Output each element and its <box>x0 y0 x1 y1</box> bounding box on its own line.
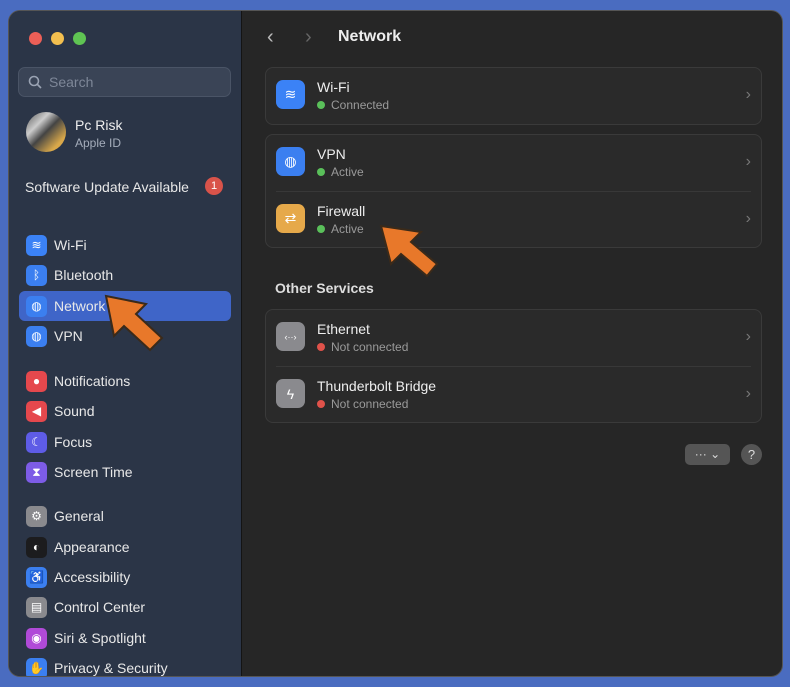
accessibility-icon: ♿ <box>26 566 47 588</box>
sidebar-item-control-center[interactable]: ▤ Control Center <box>19 592 231 622</box>
help-button[interactable]: ? <box>741 444 762 465</box>
service-status: Active <box>331 222 364 236</box>
service-name: Thunderbolt Bridge <box>317 378 437 394</box>
chevron-right-icon: › <box>745 385 751 402</box>
sidebar-item-accessibility[interactable]: ♿ Accessibility <box>19 562 231 592</box>
sidebar-item-label: Control Center <box>54 599 146 615</box>
forward-button[interactable]: › <box>305 26 312 49</box>
status-dot <box>317 225 325 233</box>
privacy-security-icon: ✋ <box>26 657 47 676</box>
update-badge: 1 <box>205 177 223 195</box>
minimize-button[interactable] <box>51 32 64 45</box>
service-name: Ethernet <box>317 321 370 337</box>
close-button[interactable] <box>29 32 42 45</box>
chevron-right-icon: › <box>745 153 751 170</box>
vpn-firewall-card: ◍ VPN Active › ⇄ Firewall Active › <box>265 134 762 248</box>
sidebar-item-label: General <box>54 508 104 524</box>
status-dot <box>317 168 325 176</box>
appearance-icon: ◐ <box>26 536 47 558</box>
search-input[interactable]: Search <box>18 67 231 97</box>
sidebar-item-label: Sound <box>54 403 95 419</box>
service-name: Firewall <box>317 203 366 219</box>
status-dot <box>317 343 325 351</box>
service-row-ethernet[interactable]: ‹··› Ethernet Not connected › <box>266 310 761 366</box>
service-status: Active <box>331 165 364 179</box>
sidebar-item-label: Appearance <box>54 539 130 555</box>
service-name: Wi-Fi <box>317 79 350 95</box>
network-icon: ◍ <box>26 295 47 317</box>
screen-time-icon: ⧗ <box>26 461 47 483</box>
sidebar-item-siri-spotlight[interactable]: ◉ Siri & Spotlight <box>19 623 231 653</box>
status-dot <box>317 101 325 109</box>
sidebar-item-notifications[interactable]: ● Notifications <box>19 366 231 396</box>
sidebar-item-label: Notifications <box>54 373 131 389</box>
sidebar-item-label: Screen Time <box>54 464 133 480</box>
service-row-vpn[interactable]: ◍ VPN Active › <box>266 135 761 191</box>
sidebar-item-privacy-security[interactable]: ✋ Privacy & Security <box>19 653 231 676</box>
status-dot <box>317 400 325 408</box>
sidebar-item-sound[interactable]: ◀ Sound <box>19 396 231 426</box>
sidebar-item-label: Privacy & Security <box>54 660 168 676</box>
wifi-card: ≋ Wi-Fi Connected › <box>265 67 762 125</box>
service-status: Connected <box>331 98 390 112</box>
chevron-right-icon: › <box>745 86 751 103</box>
control-center-icon: ▤ <box>26 596 47 618</box>
back-button[interactable]: ‹ <box>267 26 274 49</box>
vpn-icon: ◍ <box>276 147 305 176</box>
search-icon <box>28 75 42 89</box>
chevron-right-icon: › <box>745 328 751 345</box>
page-title: Network <box>338 28 402 45</box>
ethernet-icon: ‹··› <box>276 322 305 351</box>
other-services-card: ‹··› Ethernet Not connected › ϟ Thunderbo… <box>265 309 762 423</box>
sidebar-item-label: Bluetooth <box>54 267 114 283</box>
focus-icon: ☾ <box>26 431 47 453</box>
service-status: Not connected <box>331 340 409 354</box>
bluetooth-icon: ᛒ <box>26 264 47 286</box>
sidebar-item-focus[interactable]: ☾ Focus <box>19 427 231 457</box>
more-actions-button[interactable]: ··· ⌄ <box>685 444 730 465</box>
sidebar-item-general[interactable]: ⚙ General <box>19 501 231 531</box>
sidebar-item-wi-fi[interactable]: ≋ Wi-Fi <box>19 230 231 260</box>
notifications-icon: ● <box>26 370 47 392</box>
main-pane: ‹ › Network ≋ Wi-Fi Connected › ◍ VPN Ac… <box>243 11 782 676</box>
general-icon: ⚙ <box>26 505 47 527</box>
chevron-right-icon: › <box>745 210 751 227</box>
sidebar-item-label: Wi-Fi <box>54 237 87 253</box>
firewall-icon: ⇄ <box>276 204 305 233</box>
service-status: Not connected <box>331 397 409 411</box>
wi-fi-icon: ≋ <box>276 80 305 109</box>
avatar[interactable] <box>26 112 66 152</box>
thunderbolt-bridge-icon: ϟ <box>276 379 305 408</box>
apple-id-label[interactable]: Apple ID <box>75 136 121 150</box>
service-row-wi-fi[interactable]: ≋ Wi-Fi Connected › <box>266 68 761 124</box>
sidebar-item-appearance[interactable]: ◐ Appearance <box>19 532 231 562</box>
siri-spotlight-icon: ◉ <box>26 627 47 649</box>
annotation-arrow-icon <box>104 294 164 352</box>
user-name[interactable]: Pc Risk <box>75 117 122 133</box>
zoom-button[interactable] <box>73 32 86 45</box>
sidebar-item-bluetooth[interactable]: ᛒ Bluetooth <box>19 260 231 290</box>
sidebar-item-label: Network <box>54 298 106 314</box>
sidebar-item-label: Siri & Spotlight <box>54 630 146 646</box>
search-placeholder: Search <box>49 74 94 90</box>
sidebar-item-label: Accessibility <box>54 569 131 585</box>
sound-icon: ◀ <box>26 400 47 422</box>
service-row-firewall[interactable]: ⇄ Firewall Active › <box>276 191 751 247</box>
sidebar-item-label: VPN <box>54 328 83 344</box>
software-update-link[interactable]: Software Update Available <box>25 179 189 195</box>
annotation-arrow-icon <box>379 224 439 278</box>
other-services-heading: Other Services <box>275 280 374 296</box>
service-row-thunderbolt-bridge[interactable]: ϟ Thunderbolt Bridge Not connected › <box>276 366 751 422</box>
wi-fi-icon: ≋ <box>26 234 47 256</box>
vpn-icon: ◍ <box>26 325 47 347</box>
service-name: VPN <box>317 146 346 162</box>
sidebar-item-screen-time[interactable]: ⧗ Screen Time <box>19 457 231 487</box>
sidebar-item-label: Focus <box>54 434 93 450</box>
